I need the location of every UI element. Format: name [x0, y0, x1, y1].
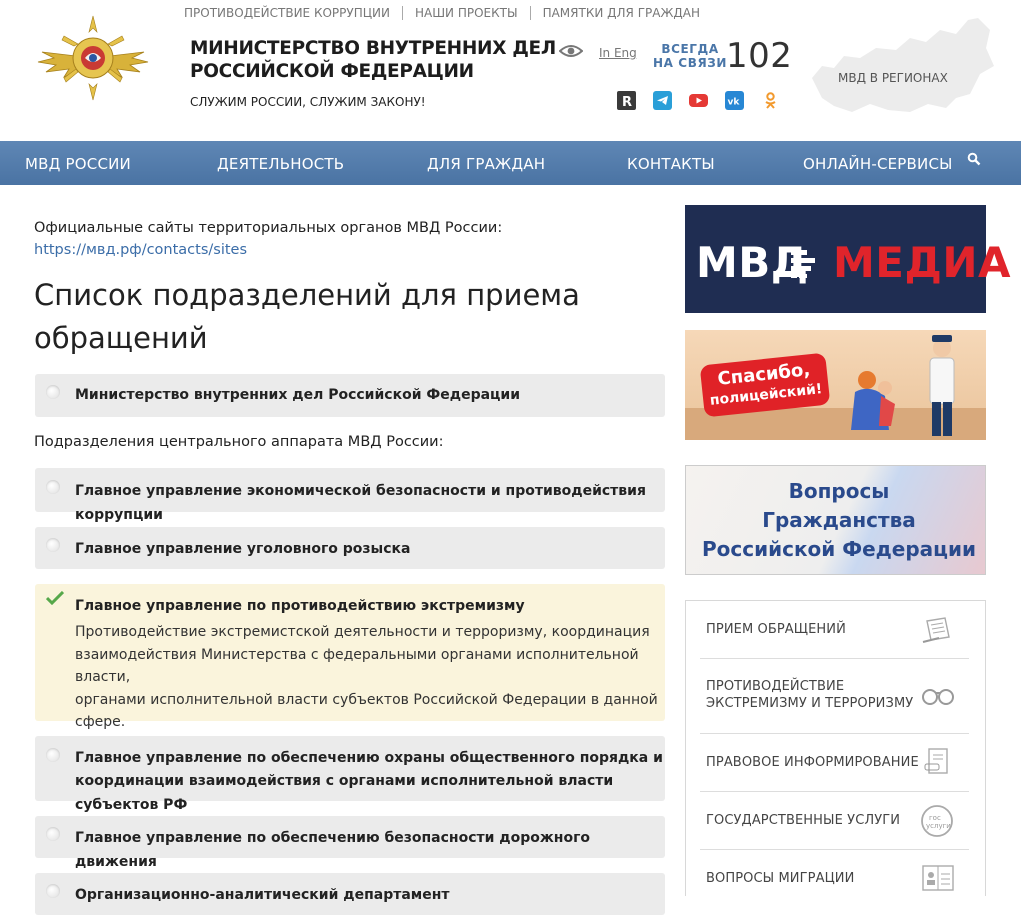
sidebar-item-state-services[interactable]: ГОСУДАРСТВЕННЫЕ УСЛУГИ гос услуги [700, 792, 969, 850]
link-our-projects[interactable]: НАШИ ПРОЕКТЫ [401, 6, 530, 20]
ministry-title-line2: РОССИЙСКОЙ ФЕДЕРАЦИИ [190, 61, 474, 82]
top-links: ПРОТИВОДЕЙСТВИЕ КОРРУПЦИИ НАШИ ПРОЕКТЫ П… [172, 6, 712, 20]
gosuslugi-icon-word2: услуги [926, 822, 951, 830]
department-item-road-safety[interactable]: Главное управление по обеспечению безопа… [35, 816, 665, 870]
department-item-ministry[interactable]: Министерство внутренних дел Российской Ф… [35, 374, 665, 417]
sites-link[interactable]: https://мвд.рф/contacts/sites [34, 239, 502, 261]
mvd-media-banner[interactable]: МВД МЕДИА [685, 205, 1011, 313]
checkmark-icon[interactable] [46, 591, 64, 605]
link-anticorruption[interactable]: ПРОТИВОДЕЙСТВИЕ КОРРУПЦИИ [172, 6, 402, 20]
gosuslugi-icon: гос услуги [921, 805, 953, 837]
passport-icon [922, 865, 954, 891]
nav-online-services[interactable]: ОНЛАЙН-СЕРВИСЫ [803, 155, 953, 173]
banner-media-word2: МЕДИА [833, 238, 1012, 287]
citizenship-line1: Вопросы [788, 479, 890, 503]
main-nav: МВД РОССИИ ДЕЯТЕЛЬНОСТЬ ДЛЯ ГРАЖДАН КОНТ… [0, 141, 1021, 185]
department-title: Главное управление экономической безопас… [75, 483, 646, 523]
sidebar-item-label: ВОПРОСЫ МИГРАЦИИ [706, 871, 855, 886]
link-memos[interactable]: ПАМЯТКИ ДЛЯ ГРАЖДАН [529, 6, 712, 20]
document-pen-icon [922, 617, 950, 643]
nav-contacts[interactable]: КОНТАКТЫ [627, 155, 715, 173]
svg-text:vk: vk [728, 98, 741, 108]
vk-icon[interactable]: vk [725, 91, 744, 110]
media-lines-icon [791, 250, 815, 278]
description-line: Противодействие экстремистской деятельно… [75, 624, 650, 640]
sidebar-item-appeals[interactable]: ПРИЕМ ОБРАЩЕНИЙ [700, 601, 969, 659]
thank-you-police-banner[interactable]: Спасибо, полицейский! [685, 330, 986, 440]
sidebar-item-label: ГОСУДАРСТВЕННЫЕ УСЛУГИ [706, 813, 901, 828]
mvd-emblem-logo[interactable] [34, 12, 152, 104]
radio-button[interactable] [46, 748, 60, 762]
ministry-title[interactable]: МИНИСТЕРСТВО ВНУТРЕННИХ ДЕЛ РОССИЙСКОЙ Ф… [190, 37, 556, 83]
radio-button[interactable] [46, 480, 60, 494]
department-title: Главное управление по противодействию эк… [75, 598, 525, 614]
sidebar-item-label: ПРАВОВОЕ ИНФОРМИРОВАНИЕ [706, 755, 919, 770]
intro-text: Официальные сайты территориальных органо… [34, 220, 503, 236]
nav-activity[interactable]: ДЕЯТЕЛЬНОСТЬ [217, 155, 344, 173]
department-title-line1: Главное управление по обеспечению охраны… [75, 750, 663, 766]
department-title-line2: координации взаимодействия с органами ис… [75, 773, 614, 813]
ministry-title-line1: МИНИСТЕРСТВО ВНУТРЕННИХ ДЕЛ [190, 38, 556, 59]
intro-block: Официальные сайты территориальных органо… [34, 217, 502, 261]
odnoklassniki-icon[interactable] [761, 91, 780, 110]
eye-icon[interactable] [559, 43, 583, 59]
always-line1: ВСЕГДА [661, 42, 719, 56]
radio-button[interactable] [46, 538, 60, 552]
description-line: взаимодействия Министерства с федеральны… [75, 646, 639, 686]
department-title: Главное управление по обеспечению безопа… [75, 830, 591, 870]
department-item-economic-security[interactable]: Главное управление экономической безопас… [35, 468, 665, 523]
citizenship-banner[interactable]: Вопросы Гражданства Российской Федерации [685, 465, 986, 575]
nav-for-citizens[interactable]: ДЛЯ ГРАЖДАН [427, 155, 545, 173]
department-title: Главное управление уголовного розыска [75, 541, 411, 557]
central-apparatus-subheading: Подразделения центрального аппарата МВД … [34, 434, 444, 450]
telegram-icon[interactable] [653, 91, 672, 110]
motto: СЛУЖИМ РОССИИ, СЛУЖИМ ЗАКОНУ! [190, 95, 426, 109]
sidebar-item-legal-info[interactable]: ПРАВОВОЕ ИНФОРМИРОВАНИЕ [700, 734, 969, 792]
citizenship-line2: Гражданства [762, 508, 916, 532]
legal-document-icon [924, 748, 948, 774]
always-line2: НА СВЯЗИ [653, 56, 728, 70]
department-item-org-analytical[interactable]: Организационно-аналитический департамент [35, 873, 665, 915]
language-switch[interactable]: In Eng [599, 46, 637, 60]
gosuslugi-icon-word1: гос [929, 814, 941, 822]
citizenship-line3: Российской Федерации [701, 537, 977, 561]
citizenship-text: Вопросы Гражданства Российской Федерации [694, 477, 984, 564]
sidebar-menu: ПРИЕМ ОБРАЩЕНИЙ ПРОТИВОДЕЙСТВИЕ ЭКСТРЕМИ… [685, 600, 986, 896]
department-title: Организационно-аналитический департамент [75, 887, 450, 903]
description-line: органами исполнительной власти субъектов… [75, 691, 658, 708]
youtube-icon[interactable] [689, 91, 708, 110]
sidebar-item-label: ПРИЕМ ОБРАЩЕНИЙ [706, 622, 846, 637]
search-icon[interactable] [967, 152, 981, 170]
page-title: Список подразделений для приема обращени… [34, 274, 654, 360]
sidebar-item-label-line2: ЭКСТРЕМИЗМУ И ТЕРРОРИЗМУ [706, 696, 914, 711]
emergency-number[interactable]: 102 [726, 36, 792, 76]
description-line: сфере. [75, 714, 126, 730]
rutube-icon[interactable]: R [617, 91, 636, 110]
radio-button[interactable] [46, 385, 60, 399]
social-links: R vk [617, 91, 780, 110]
department-item-public-order[interactable]: Главное управление по обеспечению охраны… [35, 736, 665, 813]
sidebar-item-label-line1: ПРОТИВОДЕЙСТВИЕ [706, 679, 845, 694]
department-title: Министерство внутренних дел Российской Ф… [75, 387, 521, 403]
russia-map-icon[interactable] [800, 8, 1000, 120]
department-item-criminal-investigation[interactable]: Главное управление уголовного розыска [35, 527, 665, 569]
always-in-touch: ВСЕГДА НА СВЯЗИ [653, 42, 727, 70]
department-description: Противодействие экстремистской деятельно… [75, 621, 660, 734]
sidebar-item-counter-extremism[interactable]: ПРОТИВОДЕЙСТВИЕ ЭКСТРЕМИЗМУ И ТЕРРОРИЗМУ [700, 659, 969, 734]
nav-mvd-russia[interactable]: МВД РОССИИ [25, 155, 131, 173]
department-item-counter-extremism[interactable]: Главное управление по противодействию эк… [35, 584, 665, 730]
sidebar-item-migration[interactable]: ВОПРОСЫ МИГРАЦИИ [700, 850, 969, 908]
page-title-line1: Список подразделений для приема [34, 278, 580, 312]
regions-link[interactable]: МВД В РЕГИОНАХ [838, 71, 948, 85]
page-title-line2: обращений [34, 321, 208, 355]
handcuffs-icon [922, 689, 954, 705]
radio-button[interactable] [46, 827, 60, 841]
svg-text:R: R [622, 95, 632, 110]
